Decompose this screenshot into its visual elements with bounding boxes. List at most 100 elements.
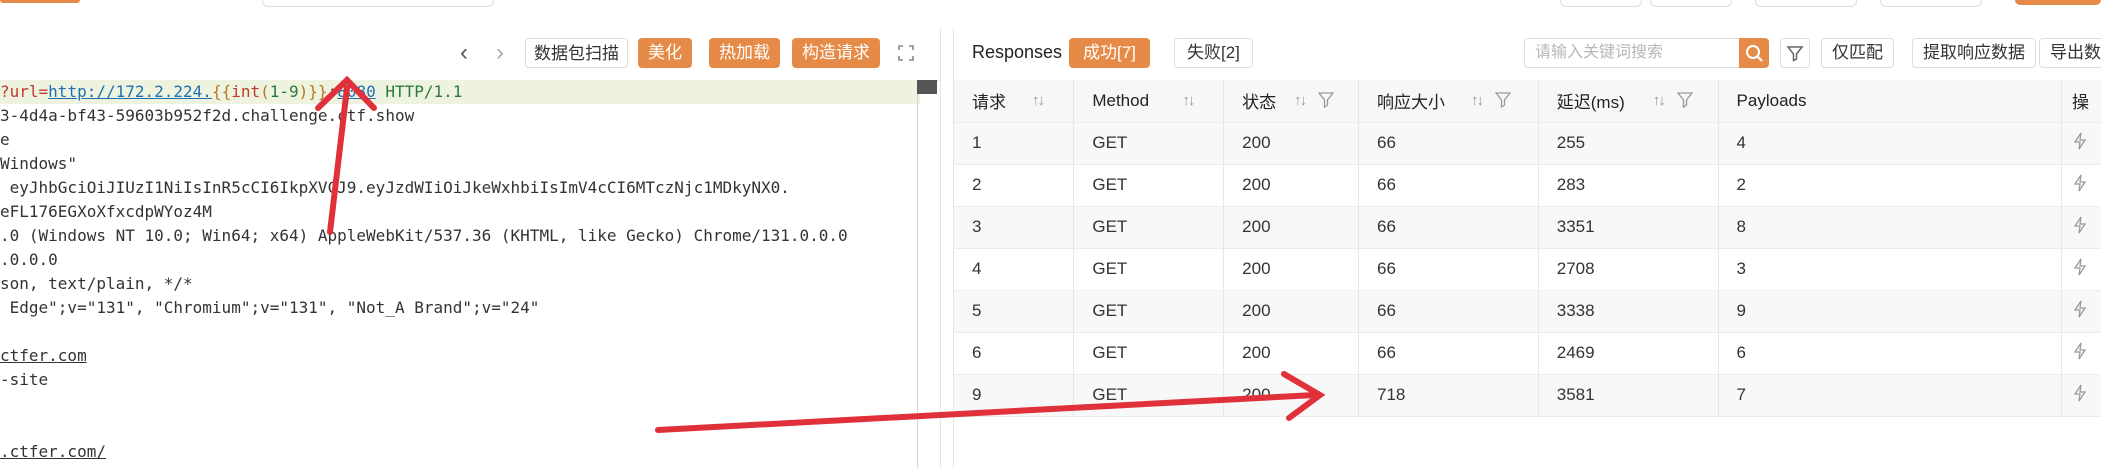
code-text: eyJhbGciOiJIUzI1NiIsInR5cCI6IkpXVCJ9.eyJ… bbox=[0, 178, 790, 197]
cell-request: 4 bbox=[954, 248, 1075, 291]
code-line: eFL176EGXoXfxcdpWYoz4M bbox=[0, 200, 212, 224]
row-action-icon[interactable] bbox=[2061, 164, 2101, 207]
cell-size: 66 bbox=[1358, 332, 1539, 375]
table-row[interactable]: 6 GET 200 66 2469 6 bbox=[954, 332, 2101, 375]
table-row[interactable]: 2 GET 200 66 283 2 bbox=[954, 164, 2101, 207]
cell-method: GET bbox=[1073, 248, 1225, 291]
table-row[interactable]: 3 GET 200 66 3351 8 bbox=[954, 206, 2101, 249]
sort-icon[interactable]: ↑↓ bbox=[1653, 92, 1666, 109]
cell-size: 66 bbox=[1358, 206, 1539, 249]
code-token: HTTP/1.1 bbox=[375, 82, 463, 101]
cell-delay: 3351 bbox=[1538, 206, 1719, 249]
cell-payload: 3 bbox=[1718, 248, 2062, 291]
cell-size: 66 bbox=[1358, 122, 1539, 165]
responses-toolbar: Responses 成功[7] 失败[2] 仅匹配 提取响应数据 导出数 bbox=[954, 28, 2101, 81]
responses-pane: Responses 成功[7] 失败[2] 仅匹配 提取响应数据 导出数 请求 ↑… bbox=[953, 28, 2101, 468]
table-row[interactable]: 9 GET 200 718 3581 7 bbox=[954, 374, 2101, 417]
cell-status: 200 bbox=[1223, 290, 1359, 333]
cell-request: 3 bbox=[954, 206, 1075, 249]
cell-status: 200 bbox=[1223, 374, 1359, 417]
packet-scan-button[interactable]: 数据包扫描 bbox=[525, 38, 628, 68]
row-action-icon[interactable] bbox=[2061, 374, 2101, 417]
cell-status: 200 bbox=[1223, 248, 1359, 291]
next-arrow-icon[interactable]: › bbox=[487, 41, 513, 67]
cell-delay: 2708 bbox=[1538, 248, 1719, 291]
editor-scroll-thumb[interactable] bbox=[917, 80, 937, 94]
code-line: ctfer.com bbox=[0, 344, 87, 368]
accent-fragment bbox=[2015, 0, 2101, 5]
tab-fragment bbox=[262, 0, 494, 7]
filter-icon[interactable] bbox=[1494, 91, 1511, 109]
cell-method: GET bbox=[1073, 122, 1225, 165]
cell-request: 2 bbox=[954, 164, 1075, 207]
prev-arrow-icon[interactable]: ‹ bbox=[451, 41, 477, 67]
cell-delay: 2469 bbox=[1538, 332, 1719, 375]
export-button[interactable]: 导出数 bbox=[2039, 38, 2101, 68]
row-action-icon[interactable] bbox=[2061, 122, 2101, 165]
accent-fragment bbox=[0, 0, 80, 3]
filter-icon[interactable] bbox=[1318, 91, 1335, 109]
filter-icon[interactable] bbox=[1676, 91, 1693, 109]
code-token: 1-9 bbox=[269, 82, 299, 101]
top-strip bbox=[0, 0, 2101, 10]
cell-request: 6 bbox=[954, 332, 1075, 375]
request-editor-pane: ‹ › 数据包扫描 美化 热加载 构造请求 ?url=http://172.2.… bbox=[0, 28, 941, 468]
code-text: son, text/plain, */* bbox=[0, 274, 193, 293]
table-header-row: 请求 ↑↓ Method ↑↓ 状态 ↑↓ 响应大小 ↑↓ 延迟(ms) ↑↓ Paylo… bbox=[954, 80, 2101, 123]
code-line: son, text/plain, */* bbox=[0, 272, 193, 296]
code-line: .0 (Windows NT 10.0; Win64; x64) AppleWe… bbox=[0, 224, 848, 248]
code-text: ctfer.com bbox=[0, 346, 87, 365]
tab-success[interactable]: 成功[7] bbox=[1069, 38, 1150, 68]
code-line: ?url=http://172.2.224.{{int(1-9)}}:8080 … bbox=[0, 80, 920, 104]
code-line: e bbox=[0, 128, 10, 152]
col-payloads-label: Payloads bbox=[1736, 90, 1807, 110]
code-text: .0 (Windows NT 10.0; Win64; x64) AppleWe… bbox=[0, 226, 848, 245]
col-status[interactable]: 状态 ↑↓ bbox=[1223, 80, 1359, 123]
editor-scrollbar[interactable] bbox=[917, 80, 918, 468]
row-action-icon[interactable] bbox=[2061, 248, 2101, 291]
sort-icon[interactable]: ↑↓ bbox=[1032, 92, 1045, 109]
cell-payload: 9 bbox=[1718, 290, 2062, 333]
code-token: {{ bbox=[211, 82, 232, 101]
table-row[interactable]: 5 GET 200 66 3338 9 bbox=[954, 290, 2101, 333]
table-row[interactable]: 4 GET 200 66 2708 3 bbox=[954, 248, 2101, 291]
row-action-icon[interactable] bbox=[2061, 332, 2101, 375]
search-button[interactable] bbox=[1739, 38, 1769, 68]
col-delay-label: 延迟(ms) bbox=[1556, 93, 1625, 113]
cell-payload: 6 bbox=[1718, 332, 2062, 375]
col-payloads[interactable]: Payloads bbox=[1718, 80, 2062, 123]
sort-icon[interactable]: ↑↓ bbox=[1294, 92, 1307, 109]
code-text: .ctfer.com/ bbox=[0, 442, 106, 461]
tab-fragment bbox=[1755, 0, 1857, 7]
code-line: .ctfer.com/ bbox=[0, 440, 106, 464]
search-input[interactable] bbox=[1524, 38, 1740, 68]
request-code-editor[interactable]: ?url=http://172.2.224.{{int(1-9)}}:8080 … bbox=[0, 80, 938, 468]
col-size[interactable]: 响应大小 ↑↓ bbox=[1358, 80, 1539, 123]
construct-request-button[interactable]: 构造请求 bbox=[792, 38, 880, 68]
code-token: http://172.2.224. bbox=[48, 82, 212, 101]
hot-load-button[interactable]: 热加载 bbox=[709, 38, 780, 68]
sort-icon[interactable]: ↑↓ bbox=[1182, 92, 1195, 109]
match-only-button[interactable]: 仅匹配 bbox=[1821, 38, 1894, 68]
code-line: Edge";v="131", "Chromium";v="131", "Not_… bbox=[0, 296, 540, 320]
cell-status: 200 bbox=[1223, 122, 1359, 165]
sort-icon[interactable]: ↑↓ bbox=[1471, 92, 1484, 109]
cell-request: 1 bbox=[954, 122, 1075, 165]
col-delay[interactable]: 延迟(ms) ↑↓ bbox=[1538, 80, 1719, 123]
row-action-icon[interactable] bbox=[2061, 290, 2101, 333]
cell-payload: 4 bbox=[1718, 122, 2062, 165]
extract-response-button[interactable]: 提取响应数据 bbox=[1912, 38, 2036, 68]
filter-button[interactable] bbox=[1780, 38, 1810, 68]
beautify-button[interactable]: 美化 bbox=[638, 38, 692, 68]
cell-payload: 2 bbox=[1718, 164, 2062, 207]
tab-failed[interactable]: 失败[2] bbox=[1174, 38, 1253, 68]
cell-method: GET bbox=[1073, 374, 1225, 417]
table-row[interactable]: 1 GET 200 66 255 4 bbox=[954, 122, 2101, 165]
expand-icon[interactable] bbox=[895, 42, 917, 64]
col-request[interactable]: 请求 ↑↓ bbox=[954, 80, 1075, 123]
cell-payload: 8 bbox=[1718, 206, 2062, 249]
row-action-icon[interactable] bbox=[2061, 206, 2101, 249]
col-status-label: 状态 bbox=[1242, 93, 1277, 113]
col-method[interactable]: Method ↑↓ bbox=[1073, 80, 1225, 123]
tab-fragment bbox=[1650, 0, 1732, 7]
